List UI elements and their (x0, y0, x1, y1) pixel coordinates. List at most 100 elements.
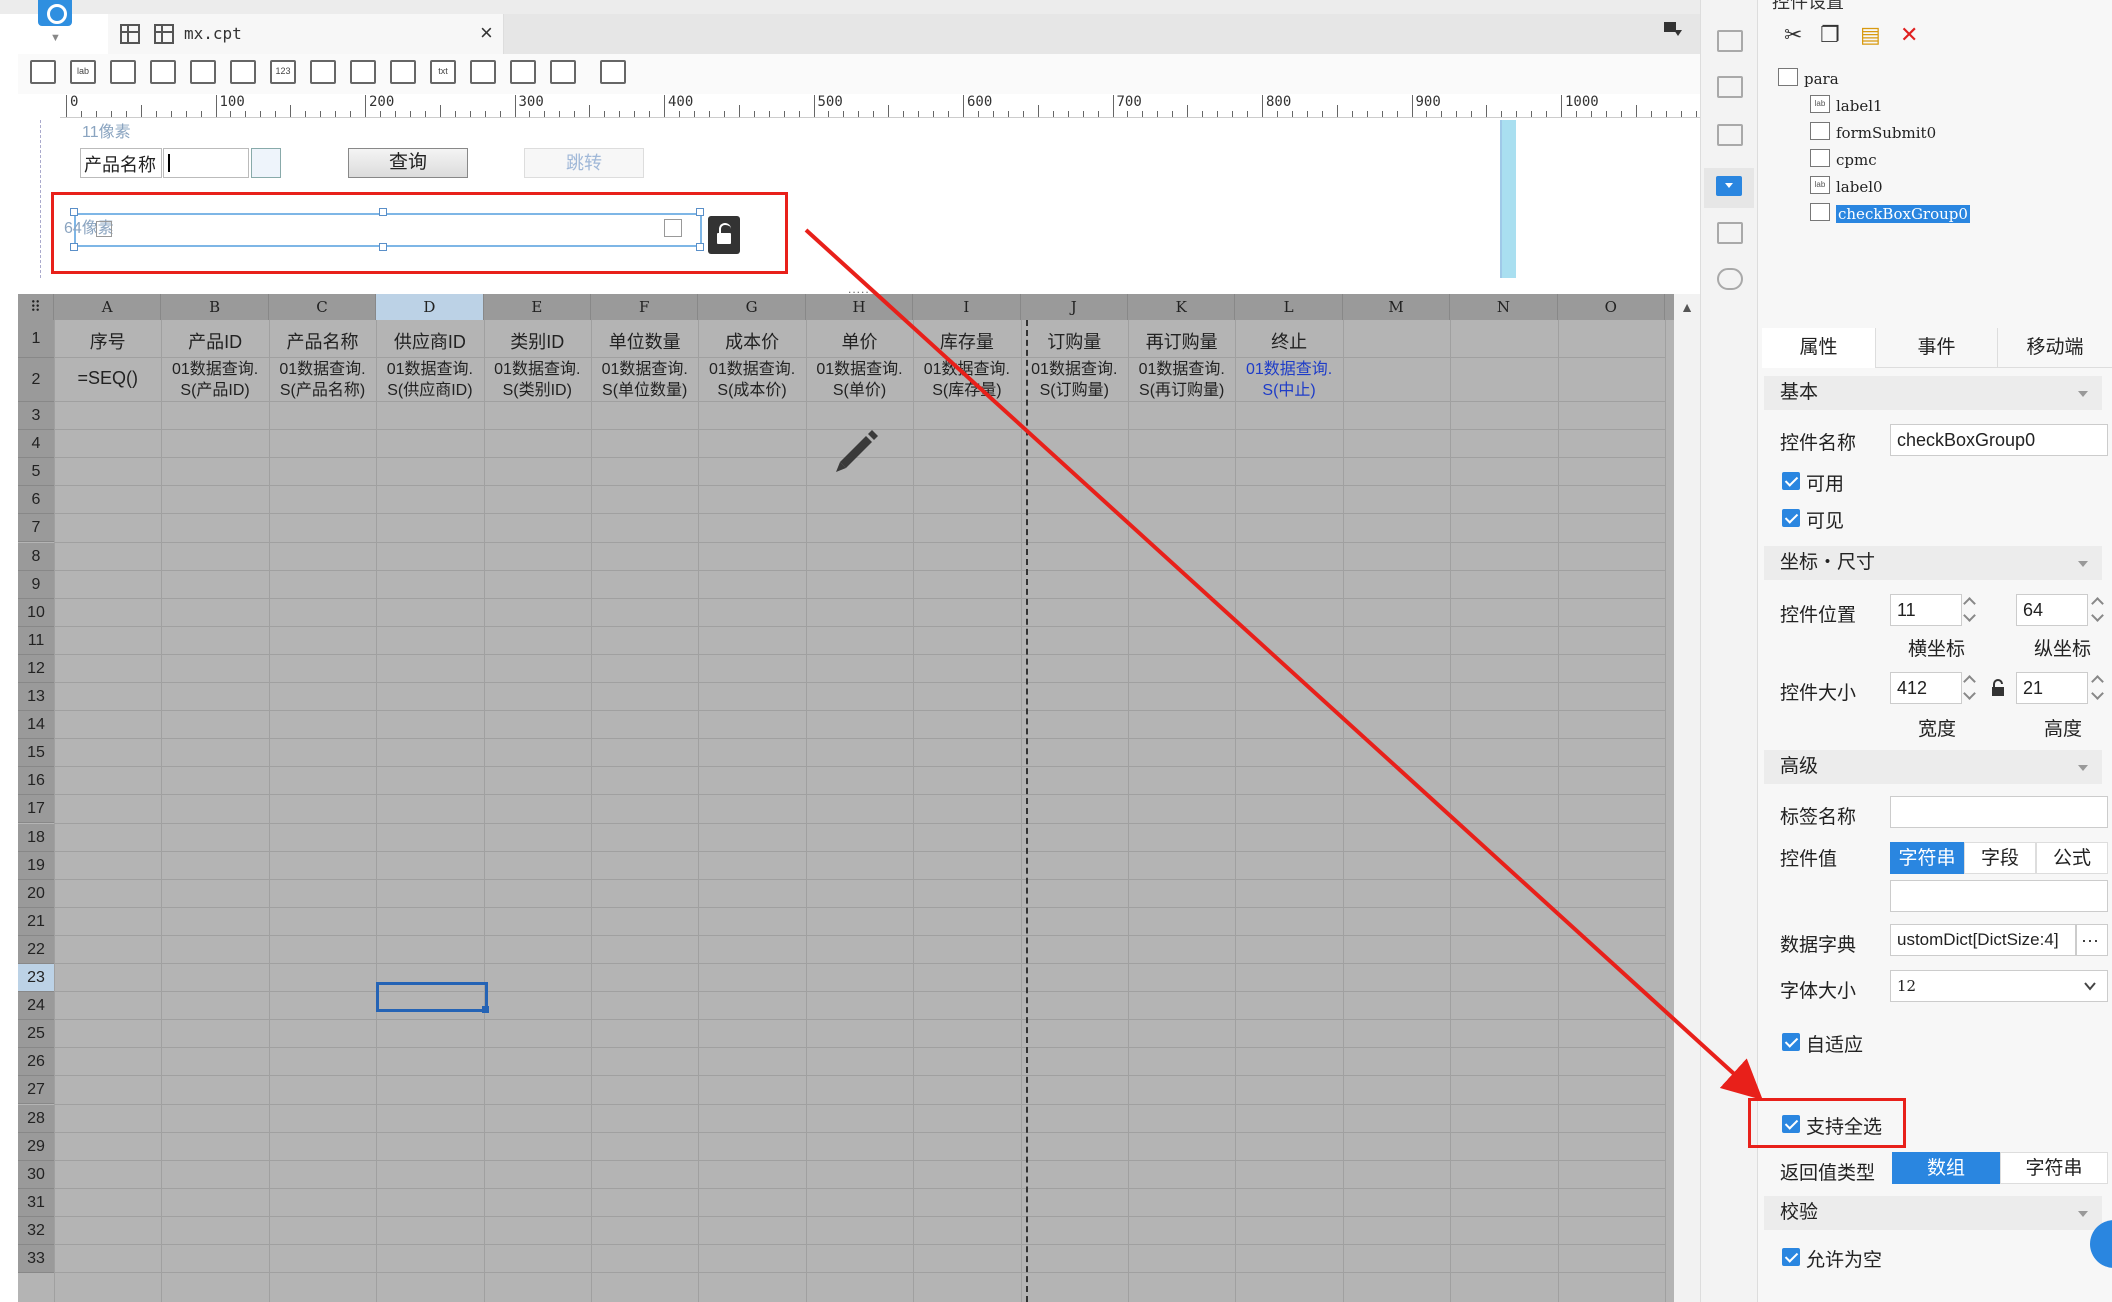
row-header-6[interactable]: 6 (18, 486, 54, 515)
row-header-2[interactable]: 2 (18, 358, 54, 402)
column-header-k[interactable]: K (1128, 294, 1236, 320)
file-tab[interactable]: mx.cpt × (108, 14, 504, 54)
row-header-4[interactable]: 4 (18, 430, 54, 459)
data-cell-line1[interactable]: 01数据查询. (698, 359, 805, 380)
section-coords[interactable]: 坐标・尺寸 (1764, 546, 2102, 580)
return-type-array[interactable]: 数组 (1892, 1152, 2000, 1184)
checkbox-group-widget-icon[interactable] (390, 60, 416, 84)
query-button[interactable]: 查询 (348, 148, 468, 178)
header-cell[interactable]: 订购量 (1021, 328, 1128, 354)
header-cell[interactable]: 终止 (1235, 328, 1342, 354)
widget-settings-icon[interactable] (1716, 176, 1742, 196)
column-header-i[interactable]: I (913, 294, 1021, 320)
more-widgets-icon[interactable] (600, 60, 626, 84)
template-icon[interactable] (1717, 76, 1743, 98)
product-name-label[interactable]: 产品名称 (80, 148, 162, 178)
data-cell-line1[interactable]: 01数据查询. (806, 359, 913, 380)
row-header-28[interactable]: 28 (18, 1104, 54, 1133)
row-header-7[interactable]: 7 (18, 514, 54, 543)
tab-menu-icon[interactable] (1664, 22, 1682, 38)
data-cell-line1[interactable]: 01数据查询. (1128, 359, 1235, 380)
fill-handle[interactable] (482, 1006, 489, 1013)
column-header-a[interactable]: A (54, 294, 162, 320)
radio-group-widget-icon[interactable] (350, 60, 376, 84)
app-logo-icon[interactable] (38, 0, 72, 26)
tag-name-input[interactable] (1890, 796, 2108, 828)
header-cell[interactable]: 产品名称 (269, 328, 376, 354)
row-header-21[interactable]: 21 (18, 907, 54, 936)
row-header-27[interactable]: 27 (18, 1076, 54, 1105)
vertical-scrollbar[interactable] (1674, 320, 1700, 1302)
tree-node-cpmc[interactable]: cpmc (1836, 151, 1877, 169)
delete-icon[interactable]: ✕ (1900, 22, 1918, 48)
list-widget-icon[interactable] (310, 60, 336, 84)
row-header-29[interactable]: 29 (18, 1132, 54, 1161)
header-cell[interactable]: 再订购量 (1128, 328, 1235, 354)
column-header-m[interactable]: M (1343, 294, 1451, 320)
height-stepper[interactable] (2090, 672, 2106, 704)
row-header-15[interactable]: 15 (18, 739, 54, 768)
tree-node-para[interactable]: para (1804, 70, 1839, 88)
row-header-31[interactable]: 31 (18, 1188, 54, 1217)
row-header-12[interactable]: 12 (18, 654, 54, 683)
width-stepper[interactable] (1962, 672, 1978, 704)
row-header-14[interactable]: 14 (18, 711, 54, 740)
row-header-33[interactable]: 33 (18, 1245, 54, 1274)
adaptive-checkbox[interactable] (1782, 1033, 1800, 1051)
row-header-18[interactable]: 18 (18, 823, 54, 852)
parameter-pane-edge[interactable] (1502, 120, 1516, 278)
date-widget-icon[interactable] (190, 60, 216, 84)
y-stepper[interactable] (2090, 594, 2106, 626)
tree-node-checkboxgroup0[interactable]: checkBoxGroup0 (1836, 205, 1970, 223)
calendar-widget-icon[interactable] (230, 60, 256, 84)
column-header-h[interactable]: H (806, 294, 914, 320)
link-icon[interactable] (1717, 268, 1743, 290)
row-header-17[interactable]: 17 (18, 795, 54, 824)
text-widget-icon[interactable] (30, 60, 56, 84)
row-header-1[interactable]: 1 (18, 320, 54, 358)
cell-style-icon[interactable] (1717, 222, 1743, 244)
font-size-select[interactable]: 12 (1890, 970, 2108, 1002)
tab-events[interactable]: 事件 (1876, 328, 1998, 368)
header-cell[interactable]: 成本价 (698, 328, 805, 354)
header-cell[interactable]: 单位数量 (591, 328, 698, 354)
data-cell-line1[interactable]: 01数据查询. (591, 359, 698, 380)
scroll-up-icon[interactable]: ▲ (1674, 294, 1700, 320)
chevron-down-icon[interactable]: ▼ (50, 32, 61, 44)
tab-properties[interactable]: 属性 (1762, 328, 1876, 368)
row-header-25[interactable]: 25 (18, 1020, 54, 1049)
tree-node-formsubmit0[interactable]: formSubmit0 (1836, 124, 1936, 142)
row-header-10[interactable]: 10 (18, 598, 54, 627)
row-header-24[interactable]: 24 (18, 992, 54, 1021)
aspect-lock-icon[interactable] (1990, 678, 2006, 698)
row-header-30[interactable]: 30 (18, 1160, 54, 1189)
column-header-f[interactable]: F (591, 294, 699, 320)
column-header-b[interactable]: B (161, 294, 269, 320)
selected-cell[interactable] (376, 982, 488, 1012)
header-cell[interactable]: 库存量 (913, 328, 1020, 354)
checkbox-widget-icon[interactable] (510, 60, 536, 84)
data-cell-line1[interactable]: 01数据查询. (269, 359, 376, 380)
row-header-5[interactable]: 5 (18, 458, 54, 487)
column-header-o[interactable]: O (1558, 294, 1665, 320)
section-validation[interactable]: 校验 (1764, 1196, 2102, 1230)
section-basic[interactable]: 基本 (1764, 376, 2102, 410)
header-cell[interactable]: 序号 (54, 328, 161, 354)
data-cell-line1[interactable]: 01数据查询. (484, 359, 591, 380)
header-cell[interactable]: 产品ID (161, 328, 268, 354)
column-header-g[interactable]: G (698, 294, 806, 320)
copy-icon[interactable]: ❐ (1820, 22, 1840, 48)
button-widget-icon[interactable] (110, 60, 136, 84)
value-mode-field[interactable]: 字段 (1964, 842, 2036, 874)
jump-button[interactable]: 跳转 (524, 148, 644, 178)
header-cell[interactable]: 类别ID (484, 328, 591, 354)
column-header-l[interactable]: L (1235, 294, 1343, 320)
layout-icon[interactable] (1717, 30, 1743, 52)
column-header-c[interactable]: C (269, 294, 377, 320)
enabled-checkbox[interactable] (1782, 472, 1800, 490)
tab-mobile[interactable]: 移动端 (1998, 328, 2112, 368)
label-widget-icon[interactable]: lab (70, 60, 96, 84)
data-cell-line1[interactable]: 01数据查询. (1021, 359, 1128, 380)
grid-view-icon[interactable] (120, 24, 140, 44)
value-mode-string[interactable]: 字符串 (1890, 842, 1964, 874)
